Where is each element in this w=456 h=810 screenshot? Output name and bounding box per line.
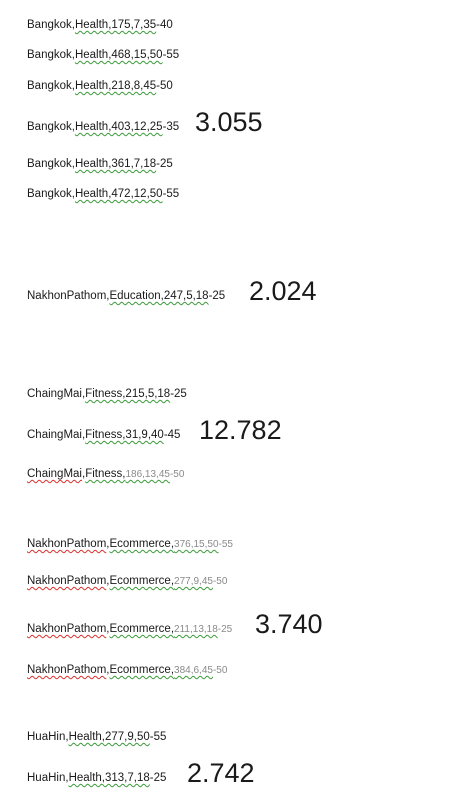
line-segment: Health,468,15,50 bbox=[74, 49, 163, 61]
data-line: Bangkok,Health,218,8,45-50 bbox=[27, 79, 173, 93]
data-line: NakhonPathom,Ecommerce,211,13,18-25 bbox=[27, 622, 232, 637]
data-line: Bangkok,Health,403,12,25-35 bbox=[27, 120, 179, 134]
line-segment: Ecommerce, bbox=[109, 664, 175, 676]
line-segment: Bangkok, bbox=[27, 121, 75, 133]
line-segment: Bangkok, bbox=[27, 49, 75, 61]
data-line: ChaingMai,Fitness,186,13,45-50 bbox=[27, 467, 184, 482]
data-line: NakhonPathom,Ecommerce,277,9,45-50 bbox=[27, 574, 227, 589]
line-segment: 186,13,45 bbox=[125, 469, 170, 480]
data-line: ChaingMai,Fitness,31,9,40-45 bbox=[27, 428, 180, 442]
line-segment: Ecommerce, bbox=[109, 575, 175, 587]
line-segment: NakhonPathom bbox=[27, 623, 107, 635]
line-segment: -25 bbox=[217, 624, 233, 635]
data-line: NakhonPathom,Education,247,5,18-25 bbox=[27, 289, 225, 303]
line-segment: ChaingMai, bbox=[27, 388, 86, 400]
line-segment: -25 bbox=[208, 290, 226, 302]
line-segment: 277,9,45 bbox=[174, 576, 213, 587]
line-segment: Fitness,31,9,40 bbox=[85, 429, 164, 441]
score-annotation: 12.782 bbox=[199, 415, 282, 445]
line-segment: Bangkok, bbox=[27, 80, 75, 92]
line-segment: Health,175,7,35 bbox=[74, 19, 157, 31]
line-segment: Ecommerce, bbox=[109, 538, 175, 550]
line-segment: -35 bbox=[162, 121, 180, 133]
score-annotation: 2.742 bbox=[187, 758, 255, 788]
line-segment: -55 bbox=[162, 188, 180, 200]
line-segment: -25 bbox=[149, 772, 167, 784]
line-segment: -25 bbox=[170, 388, 187, 400]
line-segment: -50 bbox=[212, 665, 228, 676]
line-segment: NakhonPathom bbox=[27, 575, 107, 587]
line-segment: HuaHin, bbox=[27, 731, 69, 743]
data-line: Bangkok,Health,361,7,18-25 bbox=[27, 157, 173, 171]
line-segment: -50 bbox=[212, 576, 228, 587]
line-segment: Bangkok, bbox=[27, 19, 75, 31]
line-segment: Health,218,8,45 bbox=[74, 80, 157, 92]
data-line: Bangkok,Health,175,7,35-40 bbox=[27, 18, 173, 32]
line-segment: NakhonPathom bbox=[27, 538, 107, 550]
data-line: Bangkok,Health,468,15,50-55 bbox=[27, 48, 179, 62]
data-line: HuaHin,Health,313,7,18-25 bbox=[27, 771, 166, 785]
line-segment: -40 bbox=[156, 19, 173, 31]
data-line: ChaingMai,Fitness,215,5,18-25 bbox=[27, 387, 187, 401]
line-segment: -55 bbox=[218, 539, 233, 550]
line-segment: Education,247,5,18 bbox=[109, 290, 209, 302]
line-segment: 384,6,45 bbox=[174, 665, 213, 676]
line-segment: -55 bbox=[149, 731, 167, 743]
data-line: Bangkok,Health,472,12,50-55 bbox=[27, 187, 179, 201]
line-segment: HuaHin, bbox=[27, 772, 69, 784]
line-segment: Health,277,9,50 bbox=[68, 731, 150, 743]
line-segment: -25 bbox=[156, 158, 173, 170]
line-segment: -45 bbox=[163, 429, 181, 441]
score-annotation: 3.740 bbox=[255, 609, 323, 639]
line-segment: Ecommerce, bbox=[109, 623, 175, 635]
line-segment: Bangkok, bbox=[27, 188, 75, 200]
line-segment: ChaingMai bbox=[27, 468, 82, 480]
line-segment: Bangkok, bbox=[27, 158, 75, 170]
data-line: HuaHin,Health,277,9,50-55 bbox=[27, 730, 166, 744]
score-annotation: 3.055 bbox=[195, 107, 263, 137]
line-segment: -50 bbox=[156, 80, 173, 92]
line-segment: -55 bbox=[162, 49, 180, 61]
score-annotation: 2.024 bbox=[249, 276, 317, 306]
data-line: NakhonPathom,Ecommerce,384,6,45-50 bbox=[27, 663, 227, 678]
line-segment: ChaingMai, bbox=[27, 429, 86, 441]
line-segment: 376,15,50 bbox=[174, 539, 219, 550]
line-segment: Health,472,12,50 bbox=[74, 188, 163, 200]
line-segment: NakhonPathom, bbox=[27, 290, 110, 302]
line-segment: Fitness, bbox=[85, 468, 126, 480]
data-line: NakhonPathom,Ecommerce,376,15,50-55 bbox=[27, 537, 233, 552]
line-segment: NakhonPathom bbox=[27, 664, 107, 676]
line-segment: Fitness,215,5,18 bbox=[85, 388, 171, 400]
line-segment: 211,13,18 bbox=[174, 624, 218, 635]
line-segment: Health,313,7,18 bbox=[68, 772, 150, 784]
line-segment: Health,361,7,18 bbox=[74, 158, 157, 170]
line-segment: Health,403,12,25 bbox=[74, 121, 163, 133]
line-segment: -50 bbox=[169, 469, 185, 480]
